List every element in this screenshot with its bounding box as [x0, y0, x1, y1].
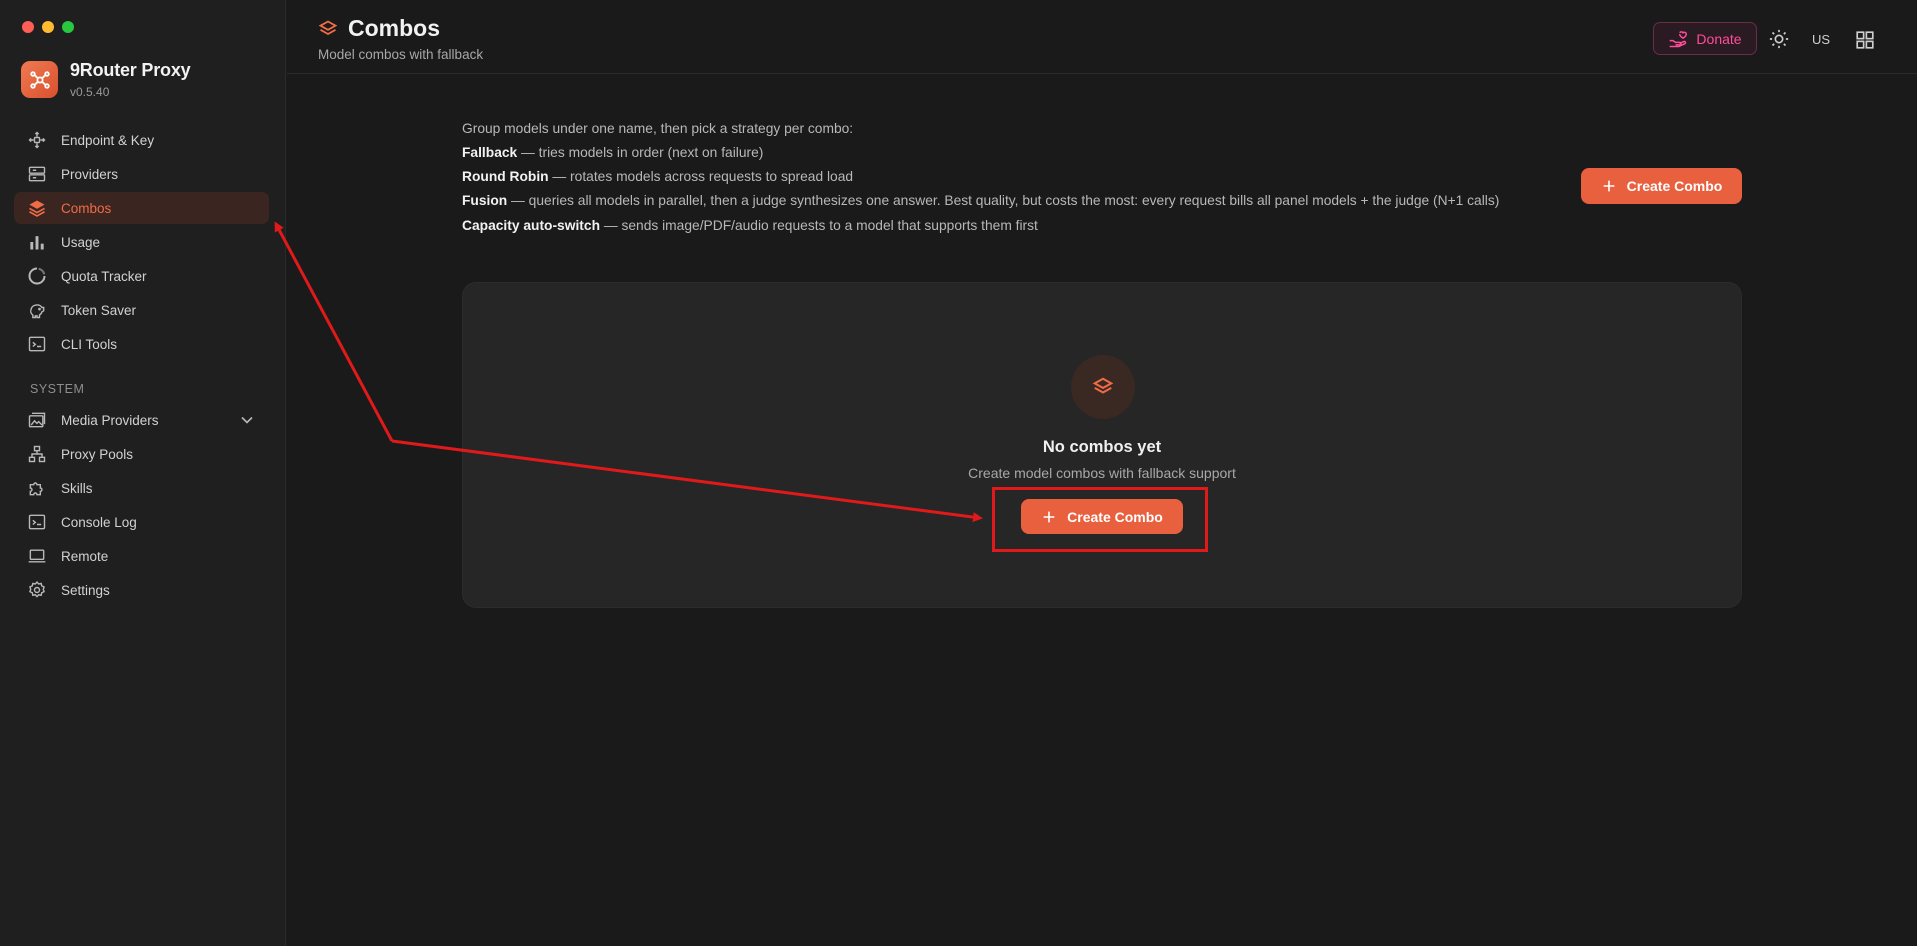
annotation-arrow-to-button: [391, 439, 983, 523]
annotation-arrows: [274, 221, 983, 523]
annotation-arrow-to-sidebar: [274, 221, 394, 442]
